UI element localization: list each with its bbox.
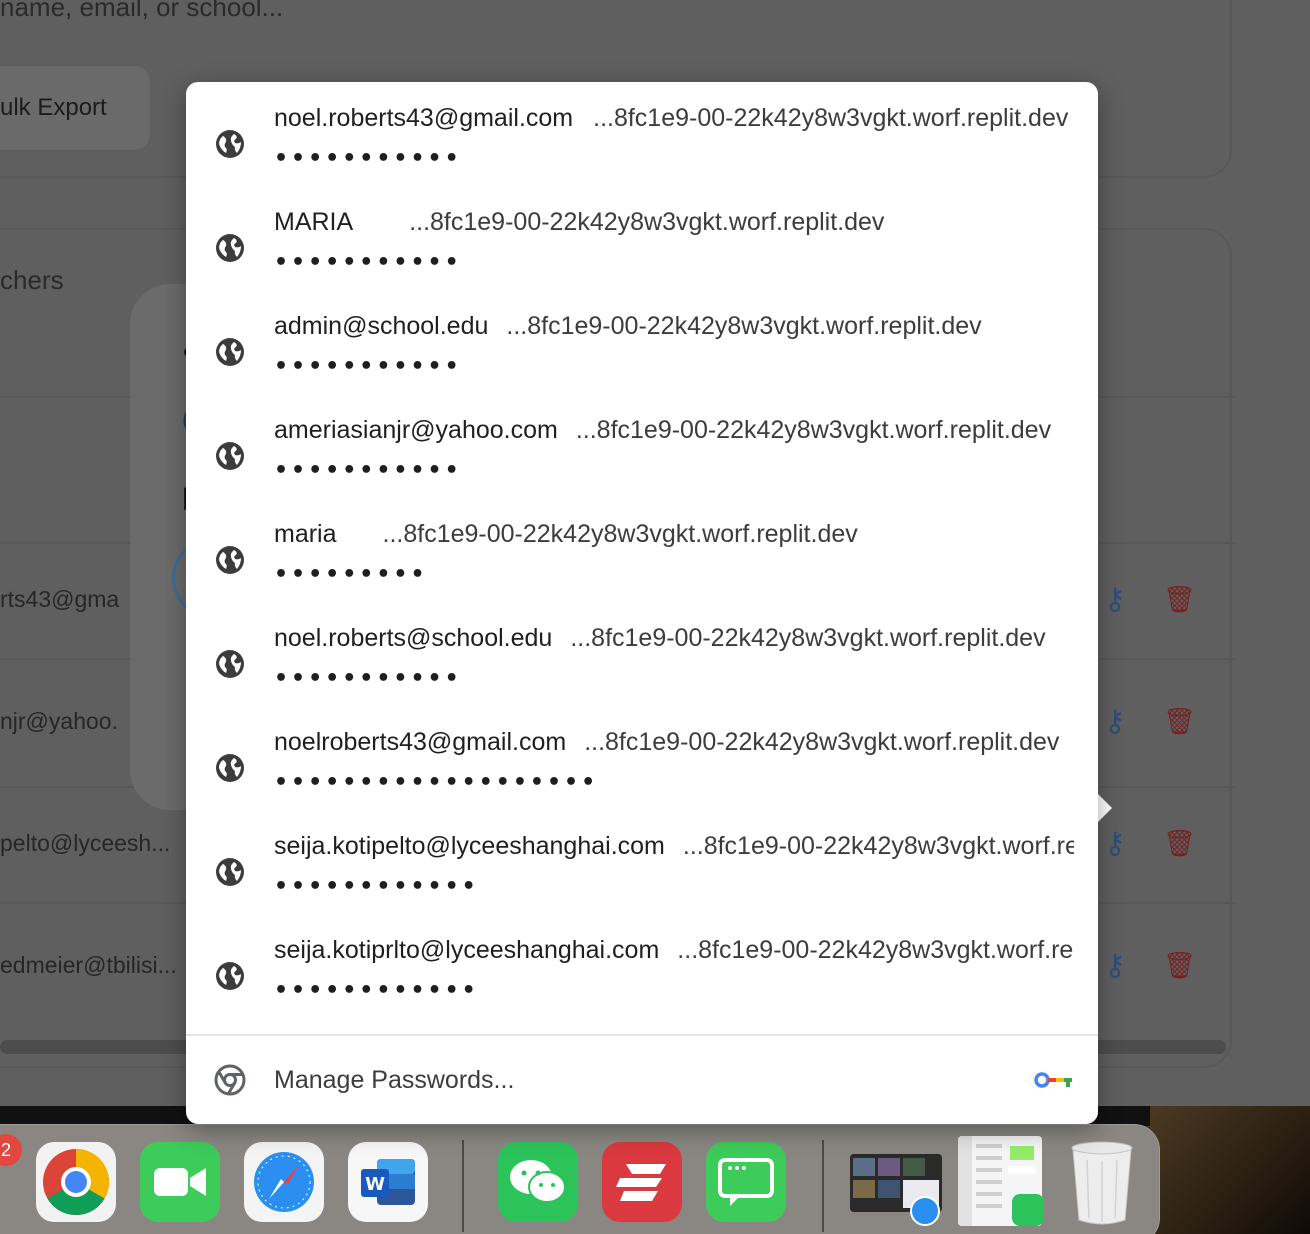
chrome-logo-icon	[214, 1064, 246, 1096]
globe-icon	[216, 858, 244, 886]
key-icon[interactable]: ⚷	[1104, 826, 1126, 861]
safari-badge-icon	[910, 1196, 940, 1226]
table-row-email: edmeier@tbilisi...	[0, 952, 177, 978]
globe-icon	[216, 650, 244, 678]
saved-username: noel.roberts@school.edu	[274, 624, 553, 652]
password-suggestion[interactable]: seija.kotiprlto@lyceeshanghai.com ...8fc1…	[186, 914, 1098, 1018]
saved-site: ...8fc1e9-00-22k42y8w3vgkt.worf.replit.d…	[593, 104, 1069, 132]
password-suggestion[interactable]: admin@school.edu ...8fc1e9-00-22k42y8w3vg…	[186, 290, 1098, 394]
chrome-icon[interactable]	[36, 1142, 116, 1222]
key-icon[interactable]: ⚷	[1104, 948, 1126, 983]
saved-username: admin@school.edu	[274, 312, 489, 340]
saved-site: ...8fc1e9-00-22k42y8w3vgkt.worf.replit.d…	[677, 936, 1074, 964]
teachers-heading: chers	[0, 265, 64, 295]
messages-icon[interactable]	[706, 1142, 786, 1222]
svg-text:W: W	[365, 1174, 385, 1195]
wechat-badge-icon	[1012, 1194, 1044, 1226]
saved-password-mask: ••••••••••••	[274, 978, 479, 1003]
saved-password-mask: •••••••••••	[274, 458, 462, 483]
word-icon[interactable]: W	[348, 1142, 428, 1222]
password-suggestion[interactable]: noel.roberts43@gmail.com ...8fc1e9-00-22k…	[186, 82, 1098, 186]
saved-username: noelroberts43@gmail.com	[274, 728, 567, 756]
saved-password-mask: •••••••••••	[274, 354, 462, 379]
saved-site: ...8fc1e9-00-22k42y8w3vgkt.worf.replit.d…	[575, 416, 1052, 444]
bulk-export-button[interactable]: ulk Export	[0, 94, 107, 122]
saved-password-mask: ••••••••••••	[274, 874, 479, 899]
saved-site: ...8fc1e9-00-22k42y8w3vgkt.worf.replit.d…	[506, 312, 982, 340]
dock-divider	[822, 1140, 824, 1232]
globe-icon	[216, 546, 244, 574]
saved-username: ameriasianjr@yahoo.com	[274, 416, 558, 444]
desktop-wallpaper	[1150, 1106, 1310, 1234]
saved-password-mask: •••••••••••	[274, 250, 462, 275]
saved-passwords-list: noel.roberts43@gmail.com ...8fc1e9-00-22k…	[186, 82, 1098, 1018]
table-row-email: njr@yahoo.	[0, 708, 118, 734]
password-suggestion[interactable]: noel.roberts@school.edu ...8fc1e9-00-22k4…	[186, 602, 1098, 706]
password-autofill-popup: noel.roberts43@gmail.com ...8fc1e9-00-22k…	[186, 82, 1098, 1124]
table-row-email: pelto@lyceesh...	[0, 830, 171, 856]
saved-password-mask: •••••••••	[274, 562, 428, 587]
manage-passwords-button[interactable]: Manage Passwords...	[186, 1036, 1098, 1124]
wechat-icon[interactable]	[498, 1142, 578, 1222]
table-row-email: rts43@gma	[0, 586, 120, 612]
trash-icon[interactable]: 🗑	[1163, 706, 1196, 737]
saved-site: ...8fc1e9-00-22k42y8w3vgkt.worf.replit.d…	[584, 728, 1060, 756]
trash-bin-icon[interactable]	[1064, 1136, 1140, 1228]
globe-icon	[216, 754, 244, 782]
password-key-icon	[1034, 1072, 1072, 1088]
saved-username: MARIA	[274, 208, 354, 236]
saved-site: ...8fc1e9-00-22k42y8w3vgkt.worf.replit.d…	[382, 520, 858, 548]
password-suggestion[interactable]: seija.kotipelto@lyceeshanghai.com ...8fc1…	[186, 810, 1098, 914]
globe-icon	[216, 130, 244, 158]
trash-icon[interactable]: 🗑	[1163, 828, 1196, 859]
saved-password-mask: •••••••••••	[274, 146, 462, 171]
safari-icon[interactable]	[244, 1142, 324, 1222]
saved-site: ...8fc1e9-00-22k42y8w3vgkt.worf.replit.d…	[409, 208, 885, 236]
password-suggestion[interactable]: maria ...8fc1e9-00-22k42y8w3vgkt.worf.rep…	[186, 498, 1098, 602]
saved-username: noel.roberts43@gmail.com	[274, 104, 574, 132]
saved-password-mask: •••••••••••	[274, 666, 462, 691]
globe-icon	[216, 442, 244, 470]
manage-passwords-label: Manage Passwords...	[274, 1066, 515, 1094]
dock-divider	[462, 1140, 464, 1232]
saved-site: ...8fc1e9-00-22k42y8w3vgkt.worf.replit.d…	[570, 624, 1046, 652]
key-icon[interactable]: ⚷	[1104, 582, 1126, 617]
trash-icon[interactable]: 🗑	[1163, 584, 1196, 615]
saved-site: ...8fc1e9-00-22k42y8w3vgkt.worf.replit.d…	[682, 832, 1074, 860]
saved-username: seija.kotipelto@lyceeshanghai.com	[274, 832, 665, 860]
globe-icon	[216, 338, 244, 366]
saved-username: seija.kotiprlto@lyceeshanghai.com	[274, 936, 660, 964]
password-suggestion[interactable]: MARIA ...8fc1e9-00-22k42y8w3vgkt.worf.rep…	[186, 186, 1098, 290]
expressvpn-icon[interactable]	[602, 1142, 682, 1222]
popup-pointer	[1096, 792, 1112, 824]
saved-username: maria	[274, 520, 337, 548]
password-suggestion[interactable]: noelroberts43@gmail.com ...8fc1e9-00-22k4…	[186, 706, 1098, 810]
globe-icon	[216, 234, 244, 262]
globe-icon	[216, 962, 244, 990]
saved-password-mask: •••••••••••••••••••	[274, 770, 599, 795]
key-icon[interactable]: ⚷	[1104, 704, 1126, 739]
password-suggestion[interactable]: ameriasianjr@yahoo.com ...8fc1e9-00-22k42…	[186, 394, 1098, 498]
facetime-icon[interactable]	[140, 1142, 220, 1222]
search-input[interactable]: name, email, or school...	[0, 0, 283, 23]
trash-icon[interactable]: 🗑	[1163, 950, 1196, 981]
